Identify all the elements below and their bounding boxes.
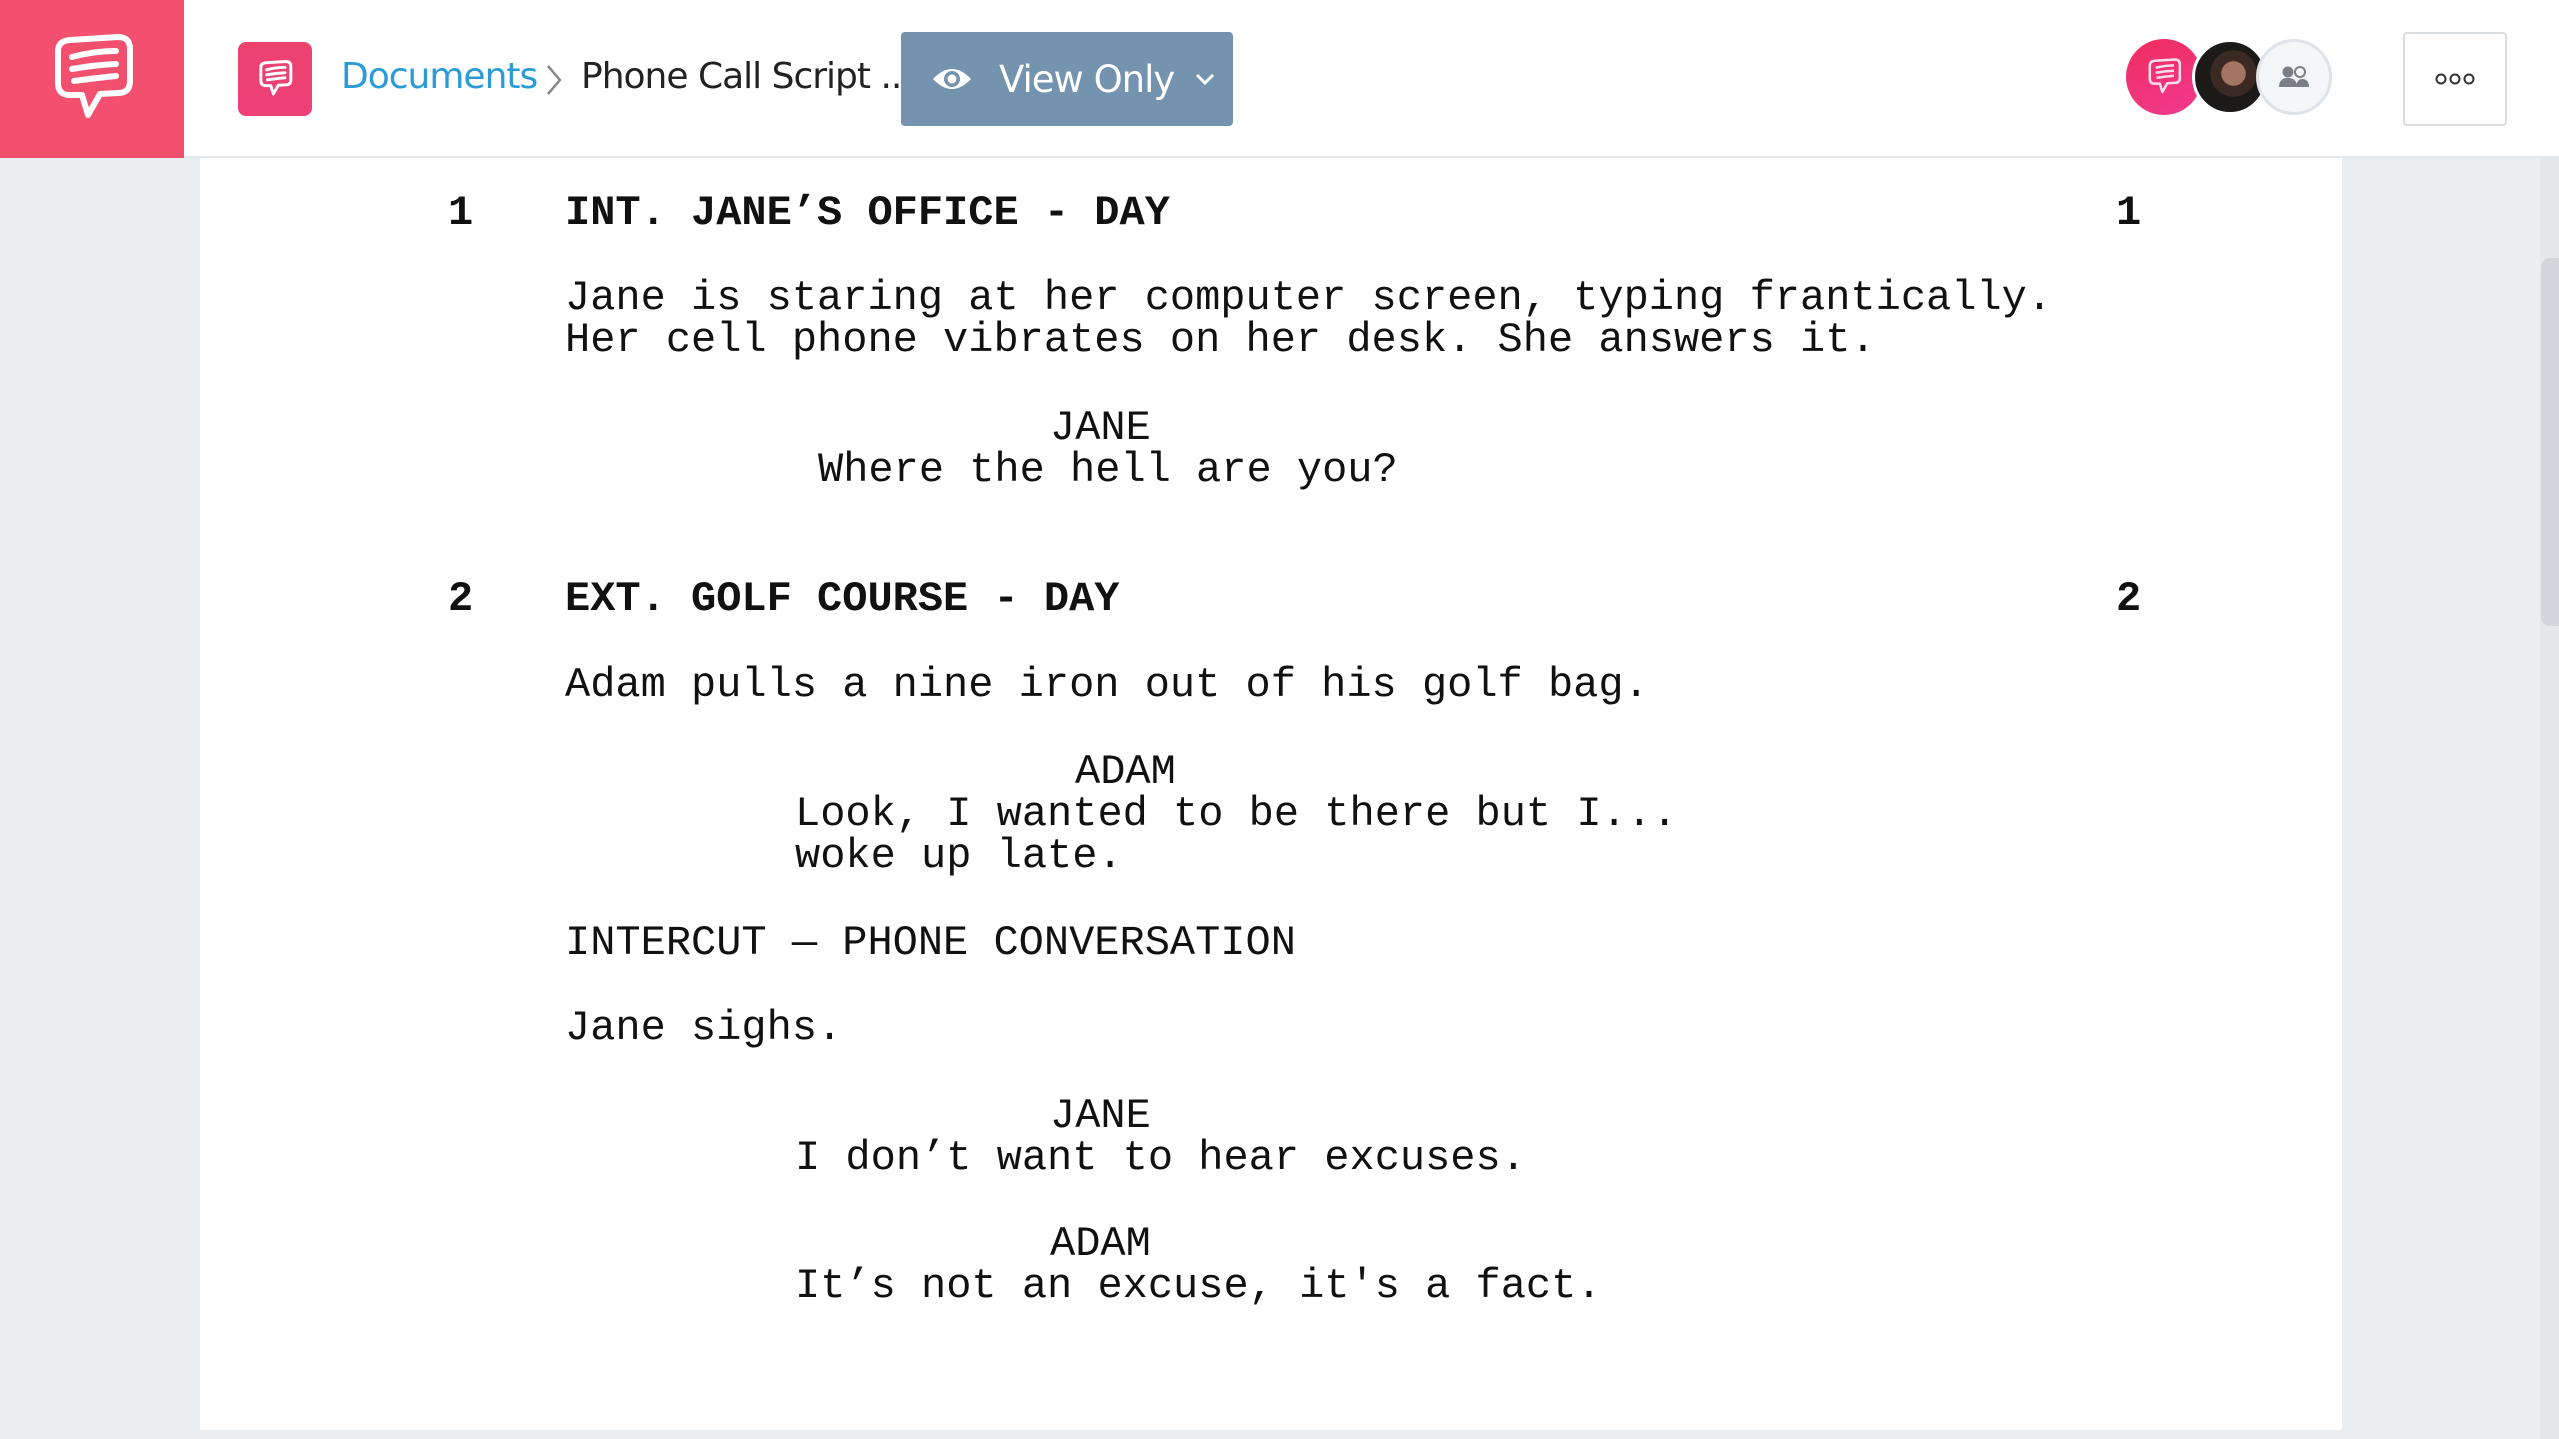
character-name: ADAM	[1075, 748, 1176, 796]
top-bar: Documents Phone Call Script .. View Only	[0, 0, 2559, 158]
chevron-right-icon	[547, 65, 562, 95]
dialogue-line: Look, I wanted to be there but I...	[795, 790, 1678, 838]
view-only-dropdown-button[interactable]: View Only	[901, 32, 1233, 126]
speech-bubble-icon	[2148, 58, 2182, 94]
dialogue-line: I don’t want to hear excuses.	[795, 1134, 1526, 1182]
speech-bubble-icon	[259, 60, 293, 96]
dialogue-line: It’s not an excuse, it's a fact.	[795, 1262, 1602, 1310]
scrollbar-thumb[interactable]	[2541, 258, 2559, 626]
action-line: Adam pulls a nine iron out of his golf b…	[565, 661, 1649, 709]
dialogue-line: Where the hell are you?	[818, 446, 1398, 494]
eye-icon	[933, 69, 971, 89]
character-name: JANE	[1050, 404, 1151, 452]
character-name: ADAM	[1050, 1220, 1151, 1268]
dialogue-line: woke up late.	[795, 832, 1123, 880]
action-line: Jane sighs.	[565, 1004, 843, 1052]
more-options-button[interactable]	[2403, 32, 2507, 126]
scene-heading: INT. JANE’S OFFICE - DAY	[565, 189, 1170, 237]
scene-number-right: 1	[2116, 189, 2142, 237]
chevron-down-icon	[1194, 72, 1216, 86]
speech-bubble-icon	[55, 34, 133, 118]
app-logo[interactable]	[0, 0, 184, 158]
share-collaborators-button[interactable]	[2256, 39, 2332, 115]
action-line: Her cell phone vibrates on her desk. She…	[565, 316, 1876, 364]
scene-number-left: 2	[448, 575, 474, 623]
users-icon	[2279, 66, 2309, 87]
action-line: Jane is staring at her computer screen, …	[565, 274, 2053, 322]
character-name: JANE	[1050, 1092, 1151, 1140]
scene-number-right: 2	[2116, 575, 2142, 623]
scene-heading: EXT. GOLF COURSE - DAY	[565, 575, 1120, 623]
transition-line: INTERCUT — PHONE CONVERSATION	[565, 919, 1296, 967]
document-app-icon[interactable]	[238, 42, 312, 116]
more-options-icon	[2435, 73, 2475, 85]
scene-number-left: 1	[448, 189, 474, 237]
breadcrumb-current-document: Phone Call Script ..	[581, 56, 902, 97]
collaborator-avatar-app[interactable]	[2126, 39, 2202, 115]
breadcrumb-documents-link[interactable]: Documents	[341, 56, 538, 97]
view-only-label: View Only	[999, 57, 1175, 101]
